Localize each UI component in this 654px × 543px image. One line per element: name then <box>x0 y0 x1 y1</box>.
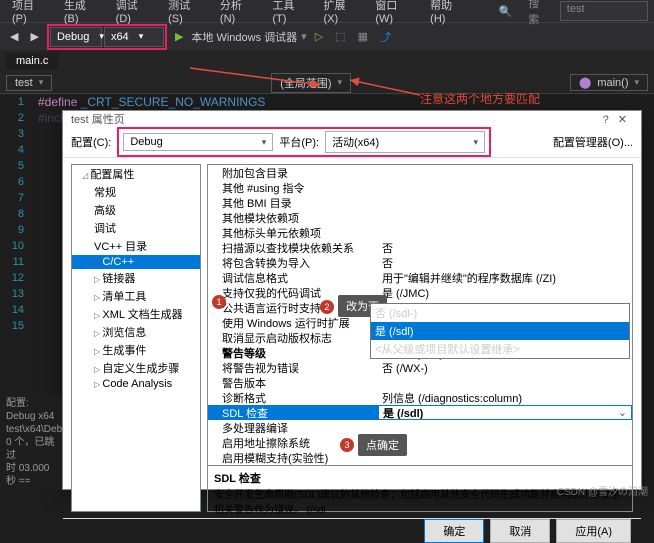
line-gutter: 123456789101112131415 <box>0 94 30 184</box>
search-label: 搜索 <box>522 0 555 27</box>
watermark: CSDN @雪汐の泪潮 <box>557 483 648 498</box>
menu-item[interactable]: 测试(S) <box>162 0 210 25</box>
menu-item[interactable]: 调试(D) <box>110 0 158 25</box>
highlight-dialog-config: Debug 平台(P): 活动(x64) <box>117 127 491 157</box>
tree-item-selected[interactable]: C/C++ <box>72 255 200 269</box>
dropdown-option[interactable]: 否 (/sdl-) <box>371 304 629 322</box>
play-icon[interactable]: ▶ <box>171 28 187 45</box>
tree-item[interactable]: 调试 <box>72 219 200 237</box>
toolbar-icon[interactable]: ⤴ <box>376 27 395 47</box>
badge-2: 2 <box>320 300 334 314</box>
tree-item[interactable]: 自定义生成步骤 <box>72 359 200 377</box>
back-icon[interactable]: ◀ <box>6 28 22 45</box>
runner-label[interactable]: 本地 Windows 调试器 <box>191 29 297 45</box>
main-menu: 项目(P) 生成(B) 调试(D) 测试(S) 分析(N) 工具(T) 扩展(X… <box>0 0 654 22</box>
document-tabs: main.c <box>0 50 654 72</box>
sdl-dropdown-list[interactable]: 否 (/sdl-) 是 (/sdl) <从父级或项目默认设置继承> <box>370 303 630 359</box>
close-icon[interactable]: ✕ <box>612 114 633 126</box>
tree-item[interactable]: 清单工具 <box>72 287 200 305</box>
toolbar: ◀ ▶ Debug x64 ▶ 本地 Windows 调试器 ▾ ▷ ⬚ ▦ ⤴ <box>0 22 654 50</box>
tab-main-c[interactable]: main.c <box>6 53 58 69</box>
tree-item[interactable]: Code Analysis <box>72 377 200 391</box>
toolbar-icon[interactable]: ▦ <box>354 28 372 45</box>
toolbar-icon[interactable]: ⬚ <box>331 28 349 45</box>
menu-item[interactable]: 分析(N) <box>214 0 262 25</box>
tree-item[interactable]: 常规 <box>72 183 200 201</box>
annotation-red: 注意这两个地方要匹配 <box>420 90 540 107</box>
dialog-titlebar: test 属性页 ? ✕ <box>63 111 641 127</box>
sdl-value-dropdown[interactable]: 是 (/sdl) <box>378 405 632 420</box>
callout-click-ok: 点确定 <box>358 434 407 456</box>
play-no-debug-icon[interactable]: ▷ <box>311 28 327 45</box>
project-dropdown[interactable]: test <box>6 75 52 91</box>
search-input[interactable]: test <box>560 1 648 21</box>
tree-root[interactable]: 配置属性 <box>72 165 200 183</box>
nav-bar: test (全局范围) ⬤ main() <box>0 72 654 94</box>
help-icon[interactable]: ? <box>603 114 609 126</box>
search-icon[interactable]: 🔍 <box>493 5 519 18</box>
dialog-title: test 属性页 <box>71 111 125 127</box>
dialog-platform-select[interactable]: 活动(x64) <box>325 131 485 153</box>
highlight-config-platform: Debug x64 <box>47 24 167 50</box>
tree-item[interactable]: 链接器 <box>72 269 200 287</box>
config-select[interactable]: Debug <box>50 27 102 47</box>
ok-button[interactable]: 确定 <box>424 519 484 543</box>
menu-item[interactable]: 生成(B) <box>58 0 106 25</box>
tree-item[interactable]: 高级 <box>72 201 200 219</box>
property-row-selected[interactable]: SDL 检查是 (/sdl) <box>208 405 632 420</box>
tree-item[interactable]: 浏览信息 <box>72 323 200 341</box>
menu-item[interactable]: 项目(P) <box>6 0 54 25</box>
menu-item[interactable]: 扩展(X) <box>318 0 366 25</box>
tree-item[interactable]: VC++ 目录 <box>72 237 200 255</box>
dropdown-option-highlighted[interactable]: 是 (/sdl) <box>371 322 629 340</box>
dropdown-option[interactable]: <从父级或项目默认设置继承> <box>371 340 629 358</box>
menu-item[interactable]: 帮助(H) <box>424 0 472 25</box>
menu-item[interactable]: 窗口(W) <box>369 0 420 25</box>
platform-select[interactable]: x64 <box>104 27 164 47</box>
cancel-button[interactable]: 取消 <box>490 519 550 543</box>
badge-3: 3 <box>340 438 354 452</box>
tree-item[interactable]: XML 文档生成器 <box>72 305 200 323</box>
menu-item[interactable]: 工具(T) <box>266 0 313 25</box>
tree-item[interactable]: 生成事件 <box>72 341 200 359</box>
scope-dropdown[interactable]: (全局范围) <box>271 73 351 93</box>
badge-1: 1 <box>212 295 226 309</box>
category-tree[interactable]: 配置属性 常规 高级 调试 VC++ 目录 C/C++ 链接器 清单工具 XML… <box>71 164 201 512</box>
dialog-config-select[interactable]: Debug <box>123 133 273 151</box>
apply-button[interactable]: 应用(A) <box>556 519 631 543</box>
platform-label: 平台(P): <box>279 134 319 150</box>
config-manager-link[interactable]: 配置管理器(O)... <box>553 134 633 150</box>
config-label: 配置(C): <box>71 134 111 150</box>
output-status: 配置: Debug x64 test\x64\Debug\test 0 个，已跳… <box>0 395 62 490</box>
forward-icon[interactable]: ▶ <box>26 28 42 45</box>
function-dropdown[interactable]: ⬤ main() <box>570 74 648 91</box>
